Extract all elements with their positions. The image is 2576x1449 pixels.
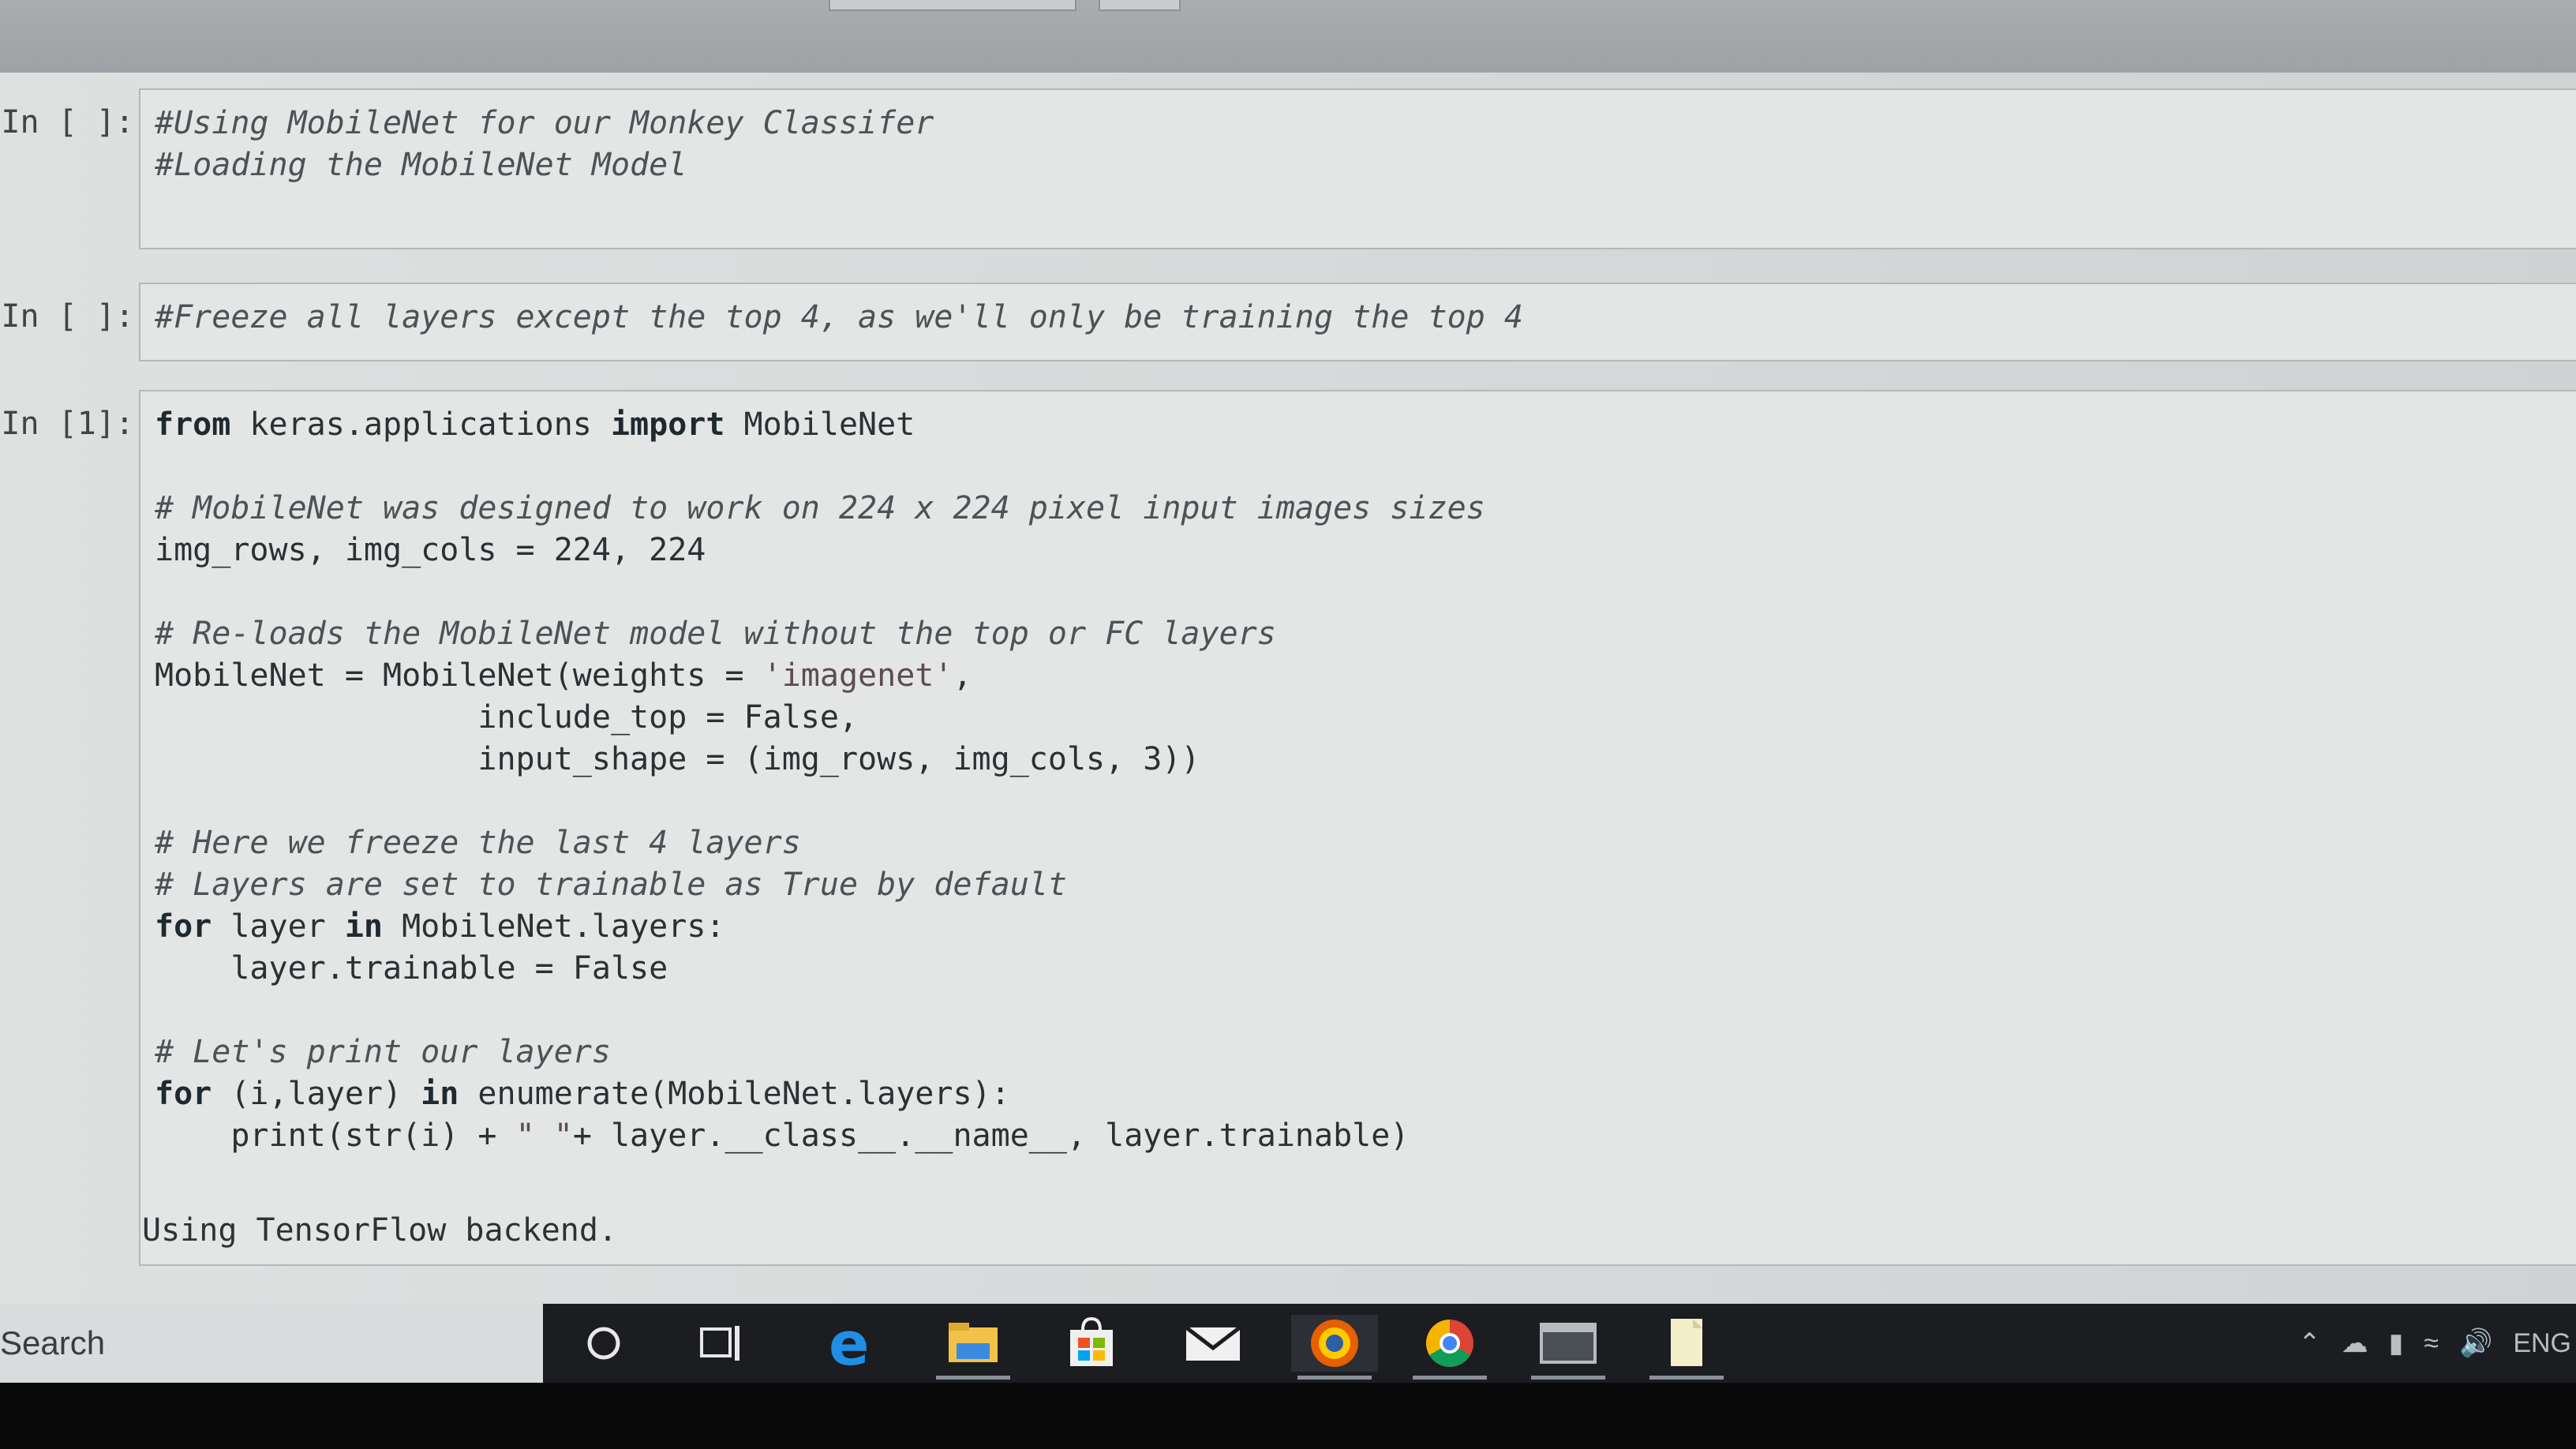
browser-top-bar: [0, 0, 2576, 73]
code-token: in: [421, 1076, 459, 1112]
running-indicator: [1413, 1376, 1487, 1380]
code-line: #Freeze all layers except the top 4, as …: [155, 297, 2562, 339]
edge-icon[interactable]: e: [808, 1315, 895, 1372]
file-explorer-icon[interactable]: [930, 1315, 1017, 1380]
code-token: MobileNet: [724, 406, 915, 443]
code-line: #Using MobileNet for our Monkey Classife…: [155, 103, 2562, 144]
code-line: # Layers are set to trainable as True by…: [155, 864, 2562, 906]
task-view-icon[interactable]: [679, 1315, 766, 1372]
code-token: ,: [953, 657, 972, 694]
window-app-icon[interactable]: [1525, 1315, 1612, 1380]
code-line: [155, 990, 2562, 1032]
network-people-icon[interactable]: ☁: [2342, 1327, 2368, 1359]
code-token: import: [610, 406, 725, 443]
bottom-bezel: [0, 1383, 2576, 1449]
code-line: # Let's print our layers: [155, 1032, 2562, 1073]
search-label: Search: [0, 1324, 106, 1361]
code-token: for: [155, 1076, 212, 1112]
code-line: print(str(i) + " "+ layer.__class__.__na…: [155, 1115, 2562, 1157]
code-token: input_shape = (img_rows, img_cols, 3)): [155, 741, 1200, 777]
mail-icon[interactable]: [1170, 1315, 1256, 1372]
code-line: #Loading the MobileNet Model: [155, 144, 2562, 186]
running-indicator: [936, 1376, 1010, 1380]
code-line: input_shape = (img_rows, img_cols, 3)): [155, 739, 2562, 781]
code-token: " ": [515, 1118, 573, 1154]
taskbar: Search e ⌃ ☁ ▮ ≈ 🔊 ENG: [0, 1304, 2576, 1383]
code-token: in: [344, 908, 383, 945]
toolbar-button[interactable]: [1099, 0, 1181, 11]
code-input[interactable]: #Freeze all layers except the top 4, as …: [140, 284, 2576, 351]
code-line: img_rows, img_cols = 224, 224: [155, 530, 2562, 571]
code-token: enumerate(MobileNet.layers):: [459, 1076, 1010, 1112]
cortana-icon[interactable]: [560, 1315, 647, 1372]
code-line: # MobileNet was designed to work on 224 …: [155, 488, 2562, 530]
store-icon[interactable]: [1048, 1315, 1135, 1372]
cell-output: Using TensorFlow backend.: [142, 1212, 618, 1249]
firefox-icon[interactable]: [1291, 1315, 1378, 1380]
code-token: + layer.__class__.__name__, layer.traina…: [572, 1118, 1410, 1154]
code-token: #Freeze all layers except the top 4, as …: [155, 299, 1523, 335]
code-line: for (i,layer) in enumerate(MobileNet.lay…: [155, 1073, 2562, 1115]
code-token: # MobileNet was designed to work on 224 …: [155, 490, 1485, 526]
running-indicator: [1297, 1376, 1372, 1380]
taskbar-search[interactable]: Search: [0, 1304, 543, 1383]
code-token: from: [155, 406, 231, 443]
svg-text:e: e: [829, 1316, 870, 1371]
code-line: MobileNet = MobileNet(weights = 'imagene…: [155, 655, 2562, 697]
code-token: layer.trainable = False: [155, 950, 668, 987]
wifi-icon[interactable]: ≈: [2424, 1328, 2439, 1359]
code-line: # Re-loads the MobileNet model without t…: [155, 613, 2562, 655]
code-input[interactable]: from keras.applications import MobileNet…: [140, 391, 2576, 1170]
code-token: #Using MobileNet for our Monkey Classife…: [155, 105, 934, 141]
cell-prompt: In [1]:: [1, 406, 134, 442]
code-token: #Loading the MobileNet Model: [155, 147, 687, 183]
code-token: img_rows, img_cols = 224, 224: [155, 532, 706, 568]
battery-icon[interactable]: ▮: [2389, 1327, 2404, 1359]
system-tray: ⌃ ☁ ▮ ≈ 🔊 ENG: [2208, 1304, 2576, 1383]
code-token: # Here we freeze the last 4 layers: [155, 825, 801, 861]
toolbar-button[interactable]: [829, 0, 1076, 11]
running-indicator: [1649, 1376, 1724, 1380]
cell-prompt: In [ ]:: [1, 298, 134, 335]
code-token: for: [155, 908, 212, 945]
code-token: MobileNet.layers:: [383, 908, 725, 945]
code-cell[interactable]: #Using MobileNet for our Monkey Classife…: [139, 88, 2576, 249]
volume-icon[interactable]: 🔊: [2459, 1327, 2492, 1359]
code-token: # Re-loads the MobileNet model without t…: [155, 616, 1276, 652]
code-input[interactable]: #Using MobileNet for our Monkey Classife…: [140, 90, 2576, 199]
notepad-icon[interactable]: [1643, 1315, 1730, 1380]
code-token: 'imagenet': [762, 657, 953, 694]
code-line: layer.trainable = False: [155, 948, 2562, 990]
code-token: include_top = False,: [155, 699, 859, 736]
cell-prompt: In [ ]:: [1, 104, 134, 140]
code-token: (i,layer): [212, 1076, 421, 1112]
code-token: layer: [212, 908, 345, 945]
code-line: [155, 781, 2562, 822]
code-cell[interactable]: #Freeze all layers except the top 4, as …: [139, 283, 2576, 361]
chrome-icon[interactable]: [1406, 1315, 1493, 1380]
code-token: print(str(i) +: [155, 1118, 516, 1154]
code-line: for layer in MobileNet.layers:: [155, 906, 2562, 948]
code-line: # Here we freeze the last 4 layers: [155, 822, 2562, 864]
running-indicator: [1531, 1376, 1605, 1380]
code-line: [155, 446, 2562, 488]
code-token: # Let's print our layers: [155, 1034, 611, 1070]
notebook-area: In [ ]: #Using MobileNet for our Monkey …: [0, 73, 2576, 1304]
code-line: include_top = False,: [155, 697, 2562, 739]
chevron-up-icon[interactable]: ⌃: [2298, 1327, 2321, 1359]
code-cell[interactable]: from keras.applications import MobileNet…: [139, 390, 2576, 1266]
code-token: keras.applications: [230, 406, 611, 443]
code-token: # Layers are set to trainable as True by…: [155, 867, 1067, 903]
code-line: from keras.applications import MobileNet: [155, 404, 2562, 446]
code-token: MobileNet = MobileNet(weights =: [155, 657, 763, 694]
code-line: [155, 571, 2562, 613]
language-indicator[interactable]: ENG: [2513, 1328, 2571, 1359]
